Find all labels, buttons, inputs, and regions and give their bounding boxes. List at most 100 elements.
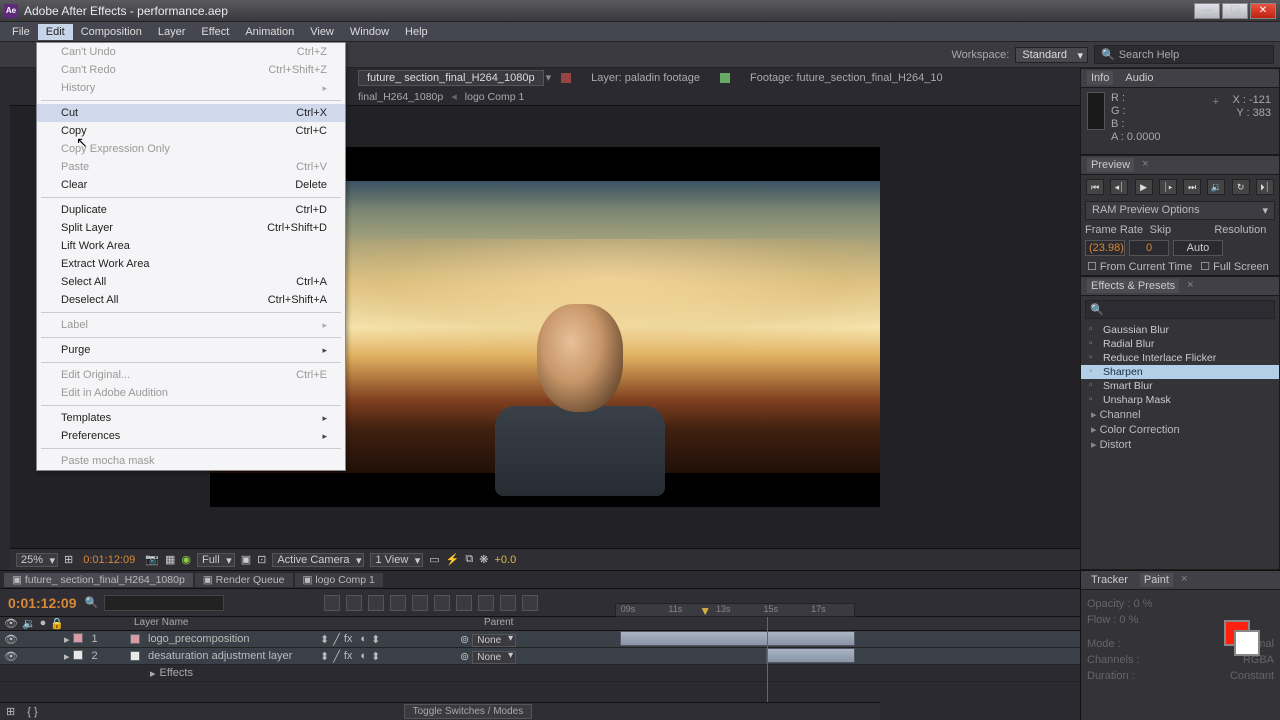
menu-help[interactable]: Help — [397, 24, 436, 40]
current-timecode[interactable]: 0:01:12:09 — [0, 595, 85, 611]
tl-icon[interactable] — [522, 595, 538, 611]
current-time-indicator[interactable] — [767, 617, 768, 702]
effect-gaussian-blur[interactable]: Gaussian Blur — [1081, 323, 1279, 337]
loop-button[interactable]: ↻ — [1232, 179, 1250, 195]
audio-tab[interactable]: Audio — [1121, 71, 1157, 85]
effect-group-channel[interactable]: Channel — [1081, 407, 1279, 422]
tl-icon[interactable] — [412, 595, 428, 611]
resolution-control[interactable]: Full — [197, 553, 235, 567]
ram-preview-button[interactable]: ⏵⏐ — [1256, 179, 1274, 195]
tl-icon[interactable] — [456, 595, 472, 611]
effect-sharpen[interactable]: Sharpen — [1081, 365, 1279, 379]
ram-preview-options[interactable]: RAM Preview Options▾ — [1085, 201, 1275, 220]
menu-composition[interactable]: Composition — [73, 24, 150, 40]
menu-item-extract-work-area[interactable]: Extract Work Area — [37, 255, 345, 273]
tl-icon[interactable] — [500, 595, 516, 611]
tl-icon[interactable] — [478, 595, 494, 611]
resolution-input[interactable]: Auto — [1173, 240, 1223, 256]
comp-tab-main[interactable]: future_ section_final_H264_1080p — [358, 70, 544, 86]
from-current-checkbox[interactable]: ☐ From Current Time — [1087, 260, 1192, 273]
layer-tab[interactable]: Layer: paladin footage — [581, 70, 710, 86]
paint-tab[interactable]: Paint — [1140, 573, 1173, 587]
brackets-icon[interactable]: { } — [21, 706, 43, 718]
play-button[interactable]: ▶ — [1135, 179, 1153, 195]
layer-bar-2[interactable] — [766, 648, 855, 663]
background-color[interactable] — [1234, 630, 1260, 656]
cti-marker[interactable]: ▼ — [699, 604, 711, 618]
menu-layer[interactable]: Layer — [150, 24, 194, 40]
layer-row[interactable]: 👁▸1logo_precomposition⬍╱fx◐⬍⊚ None — [0, 631, 1080, 648]
zoom-control[interactable]: 25% — [16, 553, 58, 567]
camera-control[interactable]: Active Camera — [272, 553, 364, 567]
flowchart-icon[interactable]: ❋ — [479, 553, 488, 566]
rgb-icon[interactable]: ◉ — [181, 553, 191, 566]
time-ruler[interactable]: 09s11s13s15s17s▼ — [615, 589, 880, 617]
tl-icon[interactable] — [390, 595, 406, 611]
timeline-tab[interactable]: ▣ future_ section_final_H264_1080p — [4, 573, 193, 587]
menu-effect[interactable]: Effect — [193, 24, 237, 40]
parent-selector[interactable]: None — [472, 651, 516, 664]
channel-icon[interactable]: ▦ — [165, 553, 175, 566]
menu-item-select-all[interactable]: Select AllCtrl+A — [37, 273, 345, 291]
mute-button[interactable]: 🔉 — [1207, 179, 1225, 195]
tl-icon[interactable] — [368, 595, 384, 611]
fast-preview-icon[interactable]: ⚡ — [446, 553, 460, 566]
menu-item-duplicate[interactable]: DuplicateCtrl+D — [37, 201, 345, 219]
effect-reduce-interlace-flicker[interactable]: Reduce Interlace Flicker — [1081, 351, 1279, 365]
menu-item-clear[interactable]: ClearDelete — [37, 176, 345, 194]
timeline-icon[interactable]: ⧉ — [465, 553, 473, 566]
menu-item-split-layer[interactable]: Split LayerCtrl+Shift+D — [37, 219, 345, 237]
parent-selector[interactable]: None — [472, 634, 516, 647]
layer-name-header[interactable]: Layer Name — [130, 617, 340, 630]
menu-animation[interactable]: Animation — [237, 24, 302, 40]
skip-input[interactable]: 0 — [1129, 240, 1169, 256]
exposure-control[interactable]: +0.0 — [494, 554, 516, 566]
timeline-tab[interactable]: ▣ logo Comp 1 — [295, 573, 383, 587]
effects-search-input[interactable]: 🔍 — [1085, 300, 1275, 319]
next-frame-button[interactable]: ⏐▸ — [1159, 179, 1177, 195]
first-frame-button[interactable]: ⏮ — [1086, 179, 1104, 195]
menu-file[interactable]: File — [4, 24, 38, 40]
footage-tab[interactable]: Footage: future_section_final_H264_10 — [740, 70, 953, 86]
effect-group-distort[interactable]: Distort — [1081, 437, 1279, 452]
search-help-input[interactable]: 🔍 Search Help — [1094, 45, 1274, 64]
layer-bar-1[interactable] — [620, 631, 855, 646]
full-screen-checkbox[interactable]: ☐ Full Screen — [1200, 260, 1269, 273]
menu-item-templates[interactable]: Templates — [37, 409, 345, 427]
maximize-button[interactable]: ☐ — [1222, 3, 1248, 19]
tracker-tab[interactable]: Tracker — [1087, 573, 1132, 587]
roi-icon[interactable]: ▣ — [241, 553, 251, 566]
last-frame-button[interactable]: ⏭ — [1183, 179, 1201, 195]
effect-radial-blur[interactable]: Radial Blur — [1081, 337, 1279, 351]
minimize-button[interactable]: — — [1194, 3, 1220, 19]
timeline-search-input[interactable] — [104, 595, 224, 611]
menu-edit[interactable]: Edit — [38, 24, 73, 40]
menu-item-lift-work-area[interactable]: Lift Work Area — [37, 237, 345, 255]
effect-group-color-correction[interactable]: Color Correction — [1081, 422, 1279, 437]
menu-item-cut[interactable]: CutCtrl+X — [37, 104, 345, 122]
transparency-icon[interactable]: ⊡ — [257, 553, 266, 566]
tl-icon[interactable] — [346, 595, 362, 611]
effect-unsharp-mask[interactable]: Unsharp Mask — [1081, 393, 1279, 407]
info-tab[interactable]: Info — [1087, 71, 1113, 85]
frame-rate-input[interactable]: (23.98) — [1085, 240, 1125, 256]
views-control[interactable]: 1 View — [370, 553, 423, 567]
workspace-selector[interactable]: Standard — [1015, 47, 1088, 63]
grid-icon[interactable]: ⊞ — [64, 553, 73, 566]
layer-row[interactable]: 👁▸2desaturation adjustment layer⬍╱fx◐⬍⊚ … — [0, 648, 1080, 665]
pixel-aspect-icon[interactable]: ▭ — [429, 553, 439, 566]
expand-icon[interactable]: ⊞ — [0, 705, 21, 718]
menu-item-purge[interactable]: Purge — [37, 341, 345, 359]
toggle-switches-button[interactable]: Toggle Switches / Modes — [404, 704, 533, 719]
close-button[interactable]: ✕ — [1250, 3, 1276, 19]
menu-window[interactable]: Window — [342, 24, 397, 40]
timecode-display[interactable]: 0:01:12:09 — [79, 554, 139, 566]
breadcrumb-1[interactable]: final_H264_1080p — [358, 91, 443, 103]
timeline-tab[interactable]: ▣ Render Queue — [195, 573, 293, 587]
prev-frame-button[interactable]: ◂⏐ — [1110, 179, 1128, 195]
preview-tab[interactable]: Preview — [1087, 158, 1134, 172]
timeline-search-icon[interactable]: 🔍 — [85, 596, 99, 609]
effect-smart-blur[interactable]: Smart Blur — [1081, 379, 1279, 393]
snapshot-icon[interactable]: 📷 — [145, 553, 159, 566]
menu-item-preferences[interactable]: Preferences — [37, 427, 345, 445]
